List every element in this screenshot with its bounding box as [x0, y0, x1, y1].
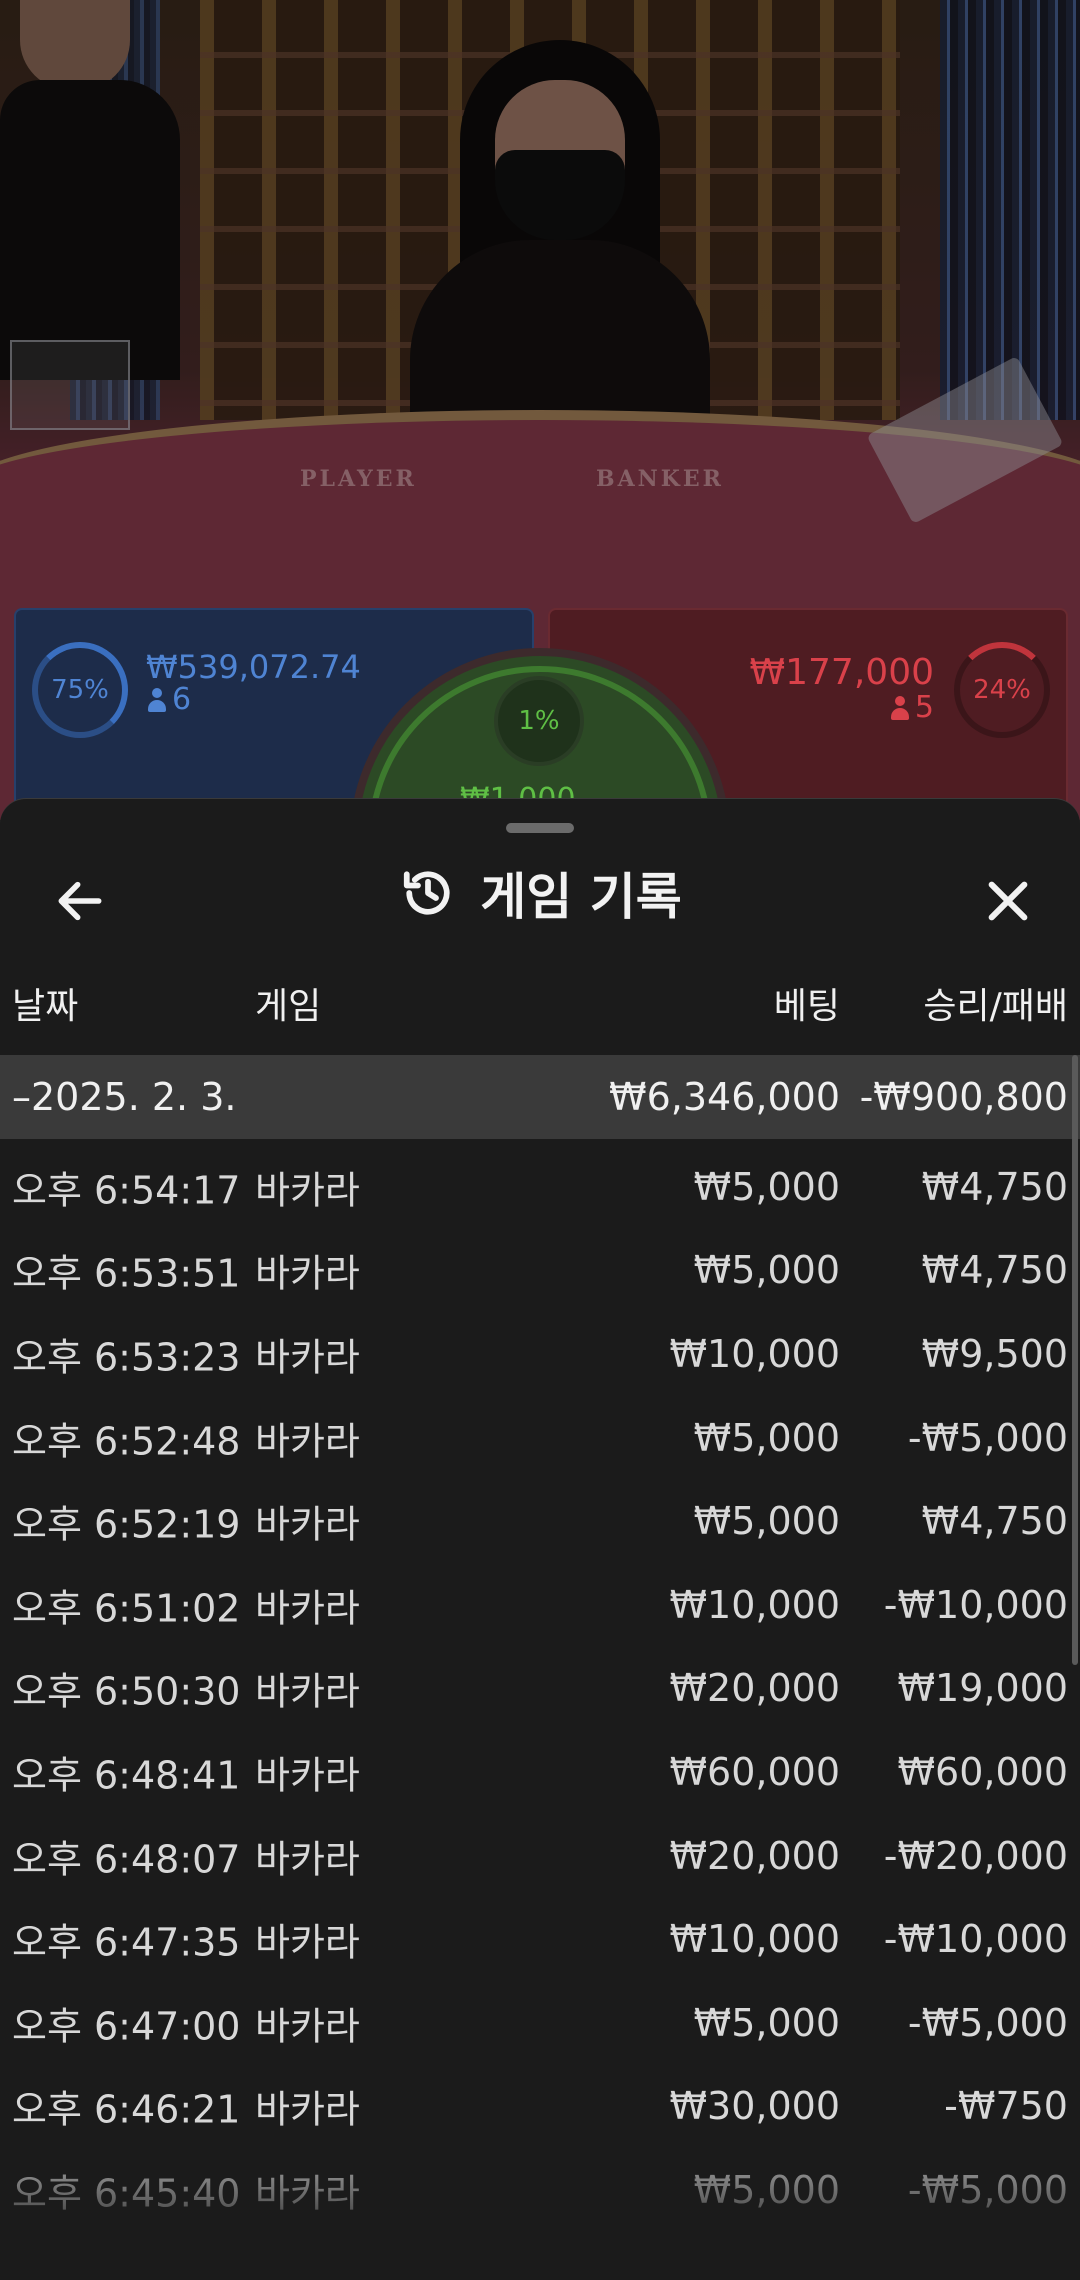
history-row[interactable]: 오후 6:52:19 바카라 ₩5,000 ₩4,750 — [0, 1479, 1080, 1563]
row-bet: ₩10,000 — [669, 1582, 840, 1627]
game-history-sheet: 게임 기록 날짜 게임 베팅 승리/패배 –2025. 2. 3. ₩6,346… — [0, 798, 1080, 2280]
close-button[interactable] — [958, 851, 1058, 951]
row-result: -₩10,000 — [883, 1917, 1068, 1962]
row-game: 바카라 — [255, 2087, 360, 2132]
player-count-value: 6 — [172, 682, 192, 717]
history-row[interactable]: 오후 6:51:02 바카라 ₩10,000 -₩10,000 — [0, 1563, 1080, 1647]
row-result: -₩10,000 — [883, 1582, 1068, 1627]
history-icon — [404, 871, 450, 915]
row-time: 오후 6:45:40 — [12, 2171, 241, 2216]
row-time: 오후 6:48:41 — [12, 1753, 241, 1798]
banker-percent: 24% — [973, 675, 1031, 705]
history-row[interactable]: 오후 6:48:41 바카라 ₩60,000 ₩60,000 — [0, 1730, 1080, 1814]
banker-percent-ring: 24% — [954, 642, 1050, 738]
row-bet: ₩20,000 — [669, 1833, 840, 1878]
row-result: -₩5,000 — [907, 1415, 1068, 1460]
row-time: 오후 6:53:23 — [12, 1335, 241, 1380]
person-icon — [148, 687, 166, 712]
row-time: 오후 6:52:48 — [12, 1419, 241, 1464]
row-game: 바카라 — [255, 1335, 360, 1380]
history-row[interactable]: 오후 6:45:40 바카라 ₩5,000 -₩5,000 — [0, 2148, 1080, 2232]
scrollbar[interactable] — [1072, 1055, 1078, 1665]
person-icon — [890, 695, 909, 720]
banker-count-value: 5 — [914, 690, 934, 725]
row-game: 바카라 — [255, 1753, 360, 1798]
row-result: ₩4,750 — [921, 1248, 1068, 1293]
row-game: 바카라 — [255, 1837, 360, 1882]
row-game: 바카라 — [255, 2171, 360, 2216]
row-time: 오후 6:52:19 — [12, 1502, 241, 1547]
tie-percent-ring: 1% — [494, 676, 584, 766]
row-bet: ₩5,000 — [693, 1499, 840, 1544]
history-row[interactable]: 오후 6:47:00 바카라 ₩5,000 -₩5,000 — [0, 1981, 1080, 2065]
row-game: 바카라 — [255, 1586, 360, 1631]
row-game: 바카라 — [255, 2004, 360, 2049]
column-bet: 베팅 — [773, 986, 840, 1027]
row-game: 바카라 — [255, 1419, 360, 1464]
history-row[interactable]: 오후 6:48:07 바카라 ₩20,000 -₩20,000 — [0, 1814, 1080, 1898]
row-result: ₩4,750 — [921, 1164, 1068, 1209]
summary-bet-total: ₩6,346,000 — [609, 1075, 840, 1119]
row-result: ₩4,750 — [921, 1499, 1068, 1544]
player-percent-ring: 75% — [32, 642, 128, 738]
row-bet: ₩10,000 — [669, 1917, 840, 1962]
row-time: 오후 6:48:07 — [12, 1837, 241, 1882]
history-row[interactable]: 오후 6:53:23 바카라 ₩10,000 ₩9,500 — [0, 1312, 1080, 1396]
column-game: 게임 — [255, 986, 322, 1027]
row-time: 오후 6:46:21 — [12, 2087, 241, 2132]
row-result: -₩750 — [944, 2084, 1068, 2129]
row-bet: ₩20,000 — [669, 1666, 840, 1711]
row-time: 오후 6:54:17 — [12, 1168, 241, 1213]
row-bet: ₩60,000 — [669, 1749, 840, 1794]
banker-bettor-count: 5 — [890, 690, 934, 725]
banker-total-bet: ₩177,000 — [749, 652, 934, 693]
row-result: ₩60,000 — [897, 1749, 1068, 1794]
sheet-header: 게임 기록 — [0, 857, 1080, 929]
tie-percent: 1% — [518, 706, 560, 736]
history-row[interactable]: 오후 6:52:48 바카라 ₩5,000 -₩5,000 — [0, 1396, 1080, 1480]
summary-date: –2025. 2. 3. — [12, 1075, 237, 1119]
row-bet: ₩30,000 — [669, 2084, 840, 2129]
row-bet: ₩5,000 — [693, 2000, 840, 2045]
row-result: ₩19,000 — [897, 1666, 1068, 1711]
history-row[interactable]: 오후 6:50:30 바카라 ₩20,000 ₩19,000 — [0, 1647, 1080, 1731]
row-result: -₩5,000 — [907, 2000, 1068, 2045]
column-date: 날짜 — [12, 986, 79, 1027]
row-bet: ₩10,000 — [669, 1331, 840, 1376]
history-row[interactable]: 오후 6:53:51 바카라 ₩5,000 ₩4,750 — [0, 1229, 1080, 1313]
row-time: 오후 6:51:02 — [12, 1586, 241, 1631]
table-header: 날짜 게임 베팅 승리/패배 — [0, 977, 1080, 1033]
summary-result-total: -₩900,800 — [859, 1075, 1068, 1119]
player-percent: 75% — [51, 675, 109, 705]
close-icon — [988, 881, 1028, 921]
sheet-drag-handle[interactable] — [506, 823, 574, 833]
row-time: 오후 6:53:51 — [12, 1251, 241, 1296]
date-summary-row[interactable]: –2025. 2. 3. ₩6,346,000 -₩900,800 — [0, 1055, 1080, 1139]
row-result: -₩5,000 — [907, 2167, 1068, 2212]
history-row[interactable]: 오후 6:54:17 바카라 ₩5,000 ₩4,750 — [0, 1145, 1080, 1229]
row-game: 바카라 — [255, 1251, 360, 1296]
row-result: -₩20,000 — [883, 1833, 1068, 1878]
player-bettor-count: 6 — [148, 682, 191, 717]
history-row[interactable]: 오후 6:46:21 바카라 ₩30,000 -₩750 — [0, 2065, 1080, 2149]
row-game: 바카라 — [255, 1168, 360, 1213]
row-bet: ₩5,000 — [693, 1164, 840, 1209]
sheet-title: 게임 기록 — [480, 868, 682, 926]
row-game: 바카라 — [255, 1502, 360, 1547]
row-game: 바카라 — [255, 1669, 360, 1714]
row-result: ₩9,500 — [921, 1331, 1068, 1376]
row-bet: ₩5,000 — [693, 2167, 840, 2212]
row-time: 오후 6:47:35 — [12, 1920, 241, 1965]
row-bet: ₩5,000 — [693, 1415, 840, 1460]
player-total-bet: ₩539,072.74 — [146, 648, 361, 686]
history-row[interactable]: 오후 6:47:35 바카라 ₩10,000 -₩10,000 — [0, 1897, 1080, 1981]
row-bet: ₩5,000 — [693, 1248, 840, 1293]
column-result: 승리/패배 — [923, 986, 1068, 1027]
row-game: 바카라 — [255, 1920, 360, 1965]
row-time: 오후 6:47:00 — [12, 2004, 241, 2049]
history-list: 오후 6:54:17 바카라 ₩5,000 ₩4,750 오후 6:53:51 바카라 ₩5… — [0, 1145, 1080, 2232]
row-time: 오후 6:50:30 — [12, 1669, 241, 1714]
